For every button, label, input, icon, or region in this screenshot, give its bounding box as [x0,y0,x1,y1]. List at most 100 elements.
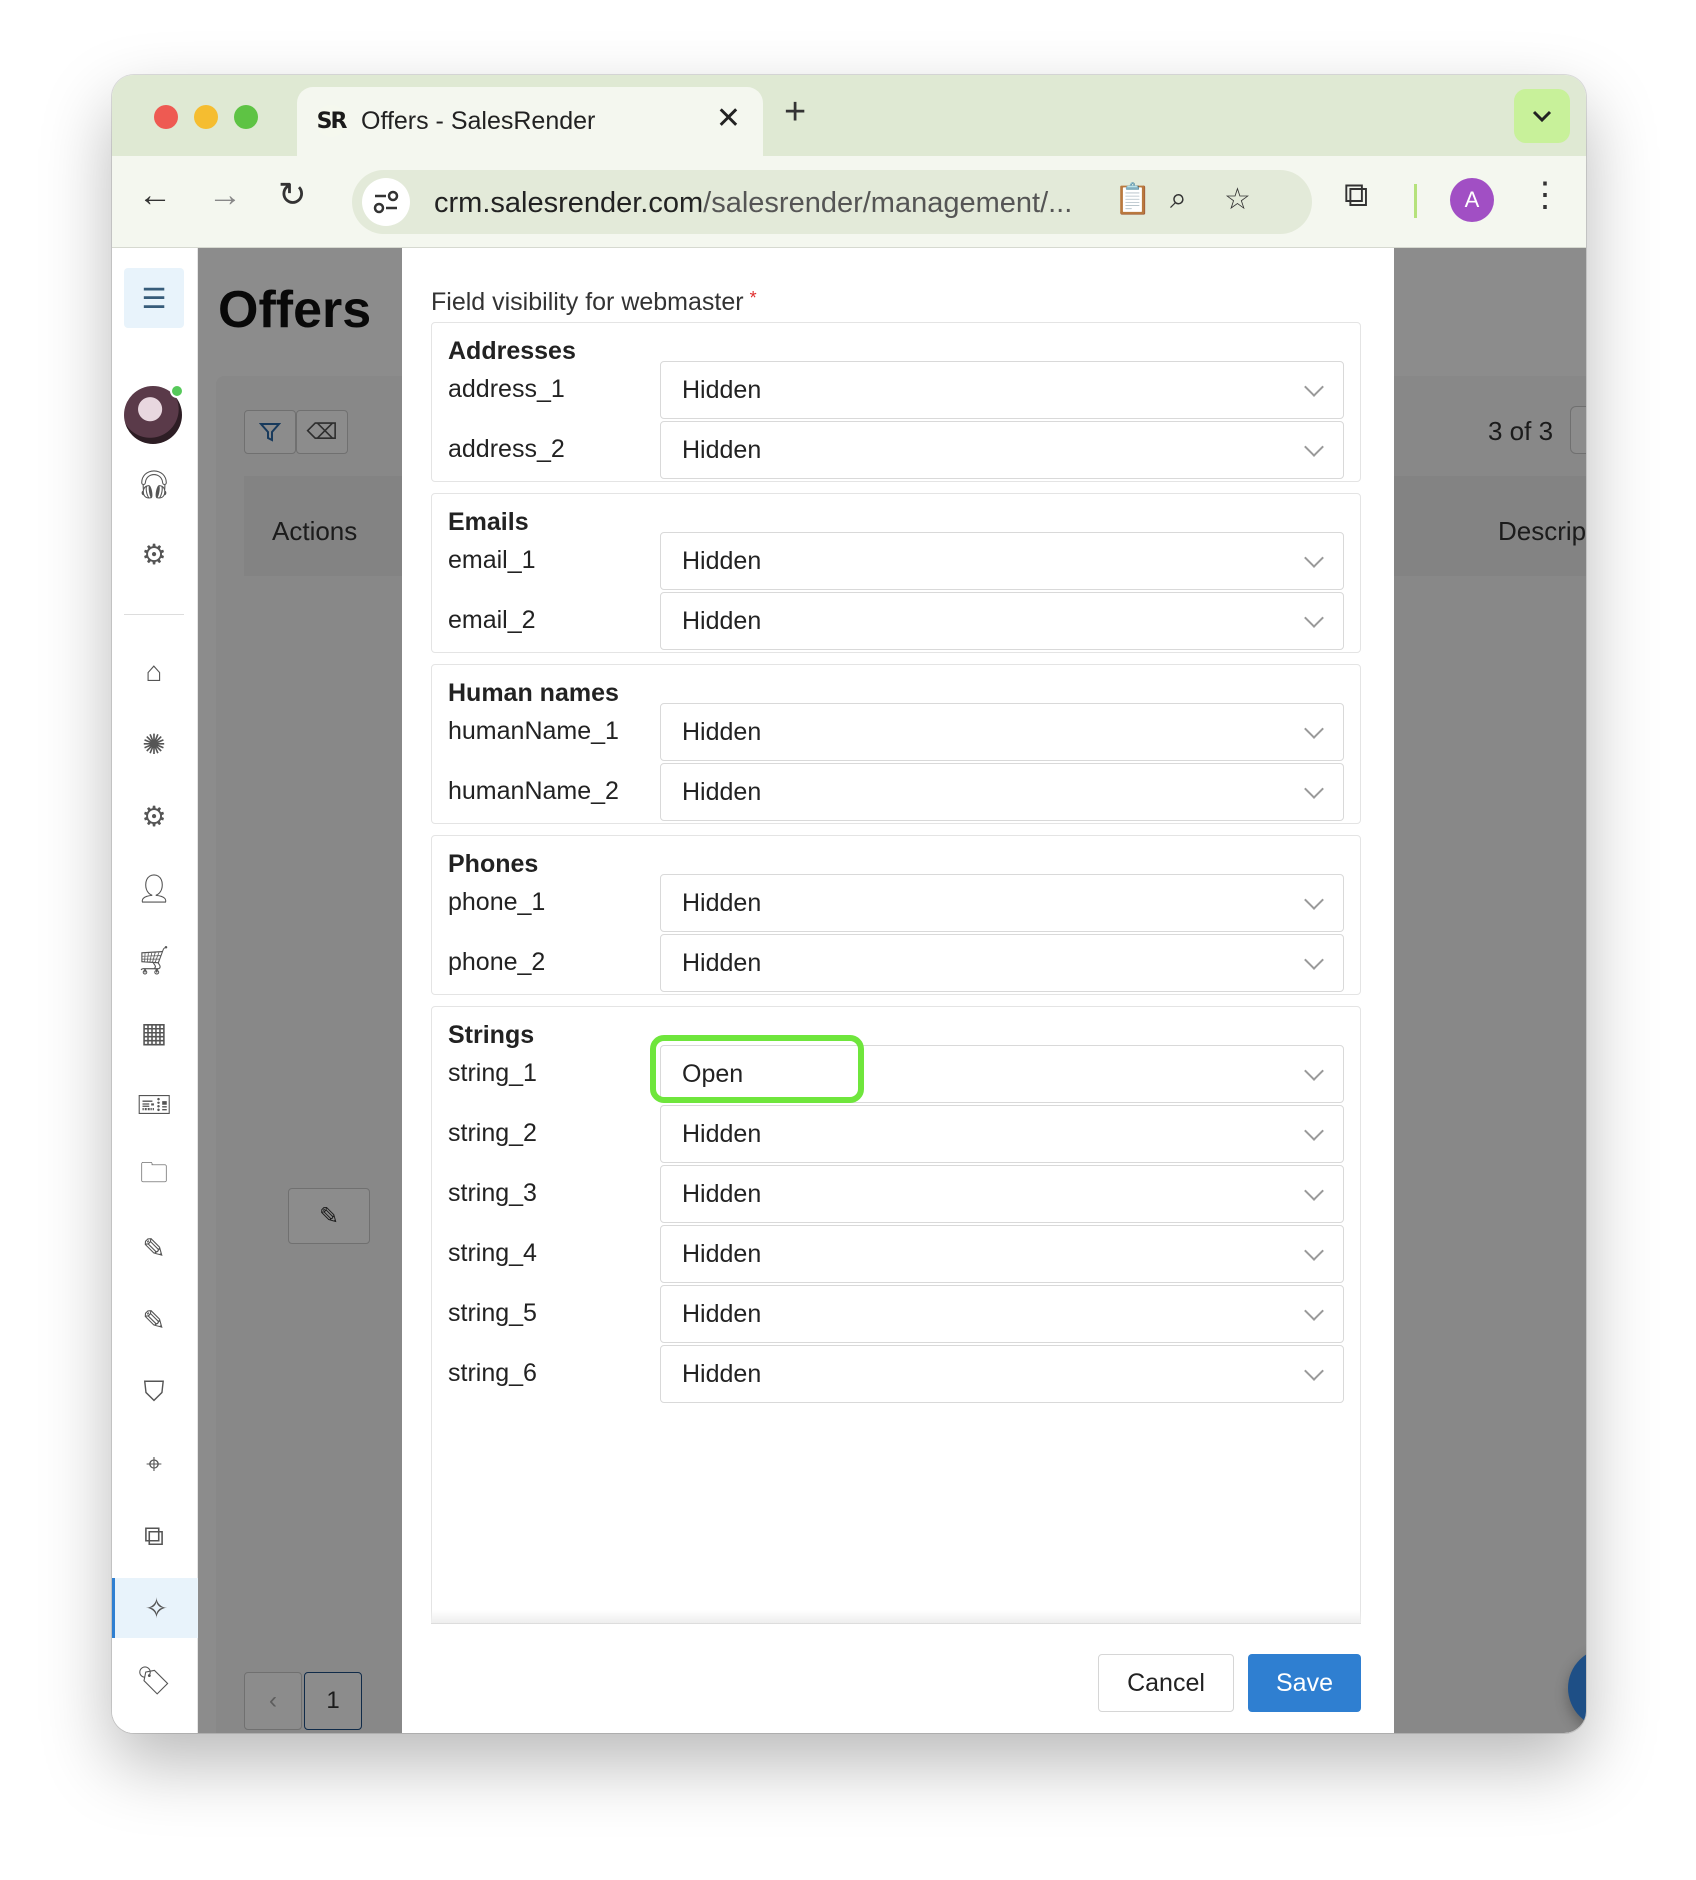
salesrender-favicon-icon: SR [315,105,347,137]
field-label: string_4 [448,1239,537,1267]
settings-gear-icon[interactable]: ⚙ [124,786,184,846]
field-label: humanName_2 [448,777,619,805]
visibility-select[interactable]: Hidden [660,421,1344,479]
back-button[interactable]: ← [138,178,172,212]
blocks-icon[interactable]: ⧉ [124,1506,184,1566]
address-bar[interactable]: crm.salesrender.com/salesrender/manageme… [352,170,1312,234]
select-value: Hidden [682,889,762,917]
field-row: email_2 Hidden [432,592,1360,650]
field-label: string_2 [448,1119,537,1147]
field-row: humanName_1 Hidden [432,703,1360,761]
reload-button[interactable]: ↻ [278,178,307,212]
visibility-select[interactable]: Hidden [660,532,1344,590]
forward-button[interactable]: → [208,178,242,212]
warehouse-icon[interactable]: ▦ [124,1002,184,1062]
visibility-select[interactable]: Hidden [660,874,1344,932]
field-row: humanName_2 Hidden [432,763,1360,821]
save-button[interactable]: Save [1248,1654,1361,1712]
maximize-window-button[interactable] [234,105,258,129]
menu-toggle-icon[interactable]: ☰ [124,268,184,328]
field-label: phone_1 [448,888,546,916]
extensions-icon[interactable]: ⧉ [1344,178,1368,212]
visibility-select[interactable]: Hidden [660,1165,1344,1223]
field-label: humanName_1 [448,717,619,745]
select-value: Hidden [682,1120,762,1148]
field-visibility-modal: Field visibility for webmaster * Addresse… [402,248,1394,1733]
visibility-select[interactable]: Hidden [660,1225,1344,1283]
browser-window: SR Offers - SalesRender ✕ + ← → ↻ crm.sa… [112,75,1586,1733]
field-row: address_2 Hidden [432,421,1360,479]
toolbar-divider [1414,184,1417,218]
tag-icon[interactable]: 🏷︎ [124,1650,184,1710]
group-human-names: Human names humanName_1 Hidden humanName… [431,664,1361,824]
group-emails: Emails email_1 Hidden email_2 Hidden [431,493,1361,653]
minimize-window-button[interactable] [194,105,218,129]
field-label: string_1 [448,1059,537,1087]
select-value: Hidden [682,607,762,635]
user-icon[interactable]: 👤︎ [124,858,184,918]
profile-avatar[interactable]: A [1450,178,1494,222]
field-visibility-label: Field visibility for webmaster * [431,288,757,317]
visibility-select[interactable]: Hidden [660,703,1344,761]
group-strings: Strings string_1 Open string_2 Hidden st… [431,1006,1361,1624]
field-row: string_3 Hidden [432,1165,1360,1223]
select-value: Open [682,1060,744,1088]
field-label: email_1 [448,546,536,574]
zoom-icon[interactable]: ⌕ [1170,182,1187,216]
visibility-select[interactable]: Hidden [660,763,1344,821]
browser-tab[interactable]: SR Offers - SalesRender ✕ [297,87,763,157]
chevron-down-icon [1304,779,1324,799]
new-tab-button[interactable]: + [784,91,806,134]
visibility-select[interactable]: Hidden [660,1285,1344,1343]
shield-check-icon[interactable]: ⛉ [124,1362,184,1422]
nav-divider [124,614,184,615]
field-row: phone_1 Hidden [432,874,1360,932]
required-mark: * [749,288,757,308]
ticket-icon[interactable]: 🎫︎ [124,1074,184,1134]
integrations-icon[interactable]: ✧ [112,1578,198,1638]
chevron-down-icon [1304,1361,1324,1381]
clipboard-icon[interactable]: 📋 [1114,182,1151,217]
visibility-groups-scroll[interactable]: Addresses address_1 Hidden address_2 Hid… [431,322,1361,1624]
chevron-down-icon [1304,950,1324,970]
visibility-select[interactable]: Open [660,1045,1344,1103]
chevron-down-icon [1304,437,1324,457]
visibility-select[interactable]: Hidden [660,1345,1344,1403]
field-label: string_5 [448,1299,537,1327]
visibility-select[interactable]: Hidden [660,934,1344,992]
browser-menu-icon[interactable]: ⋮ [1528,178,1562,212]
crosshair-icon[interactable]: ⌖ [124,1434,184,1494]
browser-toolbar: ← → ↻ crm.salesrender.com/salesrender/ma… [112,156,1586,248]
tab-bar: SR Offers - SalesRender ✕ + [112,75,1586,157]
visibility-select[interactable]: Hidden [660,592,1344,650]
cancel-button[interactable]: Cancel [1098,1654,1234,1712]
chevron-down-icon [1304,377,1324,397]
field-label: string_3 [448,1179,537,1207]
edit-note-icon[interactable]: ✎ [124,1290,184,1350]
folder-icon[interactable]: 🗀 [124,1146,184,1206]
edit-form-icon[interactable]: ✎ [124,1218,184,1278]
cart-icon[interactable]: 🛒︎ [124,930,184,990]
field-row: string_1 Open [432,1035,1360,1103]
site-info-button[interactable] [362,178,410,226]
gear-icon[interactable]: ⚙ [124,524,184,584]
select-value: Hidden [682,547,762,575]
visibility-select[interactable]: Hidden [660,361,1344,419]
tab-title: Offers - SalesRender [361,107,596,135]
tune-icon [373,190,399,214]
brain-icon[interactable]: ✺ [124,714,184,774]
visibility-select[interactable]: Hidden [660,1105,1344,1163]
field-label: phone_2 [448,948,546,976]
chevron-down-icon [1304,719,1324,739]
chevron-down-icon [1304,890,1324,910]
select-value: Hidden [682,1180,762,1208]
select-value: Hidden [682,949,762,977]
bookmark-star-icon[interactable]: ☆ [1224,182,1251,217]
tab-close-icon[interactable]: ✕ [716,101,741,136]
tab-search-button[interactable] [1514,89,1570,143]
home-icon[interactable]: ⌂ [124,642,184,702]
left-navigation: ☰ 🎧︎ ⚙ ⌂ ✺ ⚙ 👤︎ 🛒︎ ▦ 🎫︎ 🗀 ✎ ✎ ⛉ ⌖ ⧉ ✧ 🏷︎ [112,248,198,1733]
select-value: Hidden [682,1300,762,1328]
close-window-button[interactable] [154,105,178,129]
headset-icon[interactable]: 🎧︎ [124,454,184,514]
